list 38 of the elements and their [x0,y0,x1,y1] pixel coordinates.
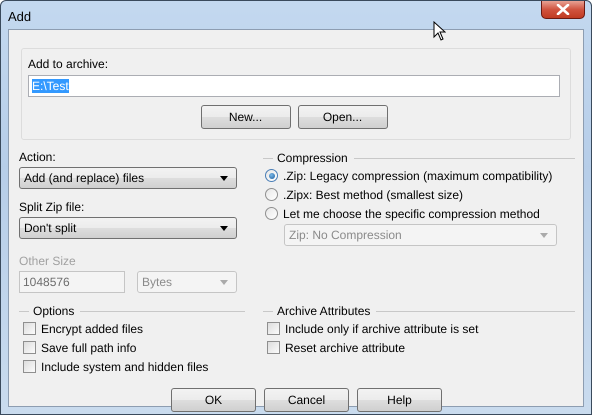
dialog-button[interactable]: New... [200,105,290,129]
close-icon [556,4,570,15]
group-title: Compression [277,151,348,165]
action-dropdown[interactable]: Add (and replace) files [19,167,237,189]
split-dropdown[interactable]: Don't split [19,217,237,239]
checkbox[interactable] [23,360,36,373]
caret-icon [220,280,228,284]
checkbox[interactable] [23,322,36,335]
radio-button[interactable] [265,207,278,220]
checkbox-label: Include only if archive attribute is set [285,322,478,336]
close-button[interactable] [541,1,585,19]
caret-icon [220,176,228,180]
checkbox-label: Save full path info [41,340,136,354]
window-title: Add [8,9,32,24]
checkbox[interactable] [23,341,36,354]
group-title: Archive Attributes [277,304,370,318]
caret-icon [540,232,548,238]
split-label: Split Zip file: [19,200,86,214]
checkbox-label: Encrypt added files [41,322,144,336]
radio-label: .Zipx: Best method (smallest size) [283,188,464,202]
radio-label: .Zip: Legacy compression (maximum compatibility) [283,168,552,182]
caret-icon [220,226,228,230]
checkbox[interactable] [267,322,280,335]
radio-button[interactable] [265,169,278,182]
dialog-button[interactable]: OK [171,388,256,412]
dialog-button[interactable]: Help [357,388,442,412]
radio-label: Let me choose the specific compression method [283,206,540,220]
action-label: Action: [19,150,57,164]
cursor-icon [433,21,446,41]
dialog-button[interactable]: Open... [298,105,388,129]
radio-button[interactable] [265,188,278,201]
dialog-button[interactable]: Cancel [264,388,349,412]
checkbox[interactable] [267,341,280,354]
checkbox-label: Reset archive attribute [285,340,406,354]
archive-label: Add to archive: [28,57,110,71]
group-title: Options [33,304,74,318]
checkbox-label: Include system and hidden files [41,360,208,374]
other-size-label: Other Size [19,254,77,268]
